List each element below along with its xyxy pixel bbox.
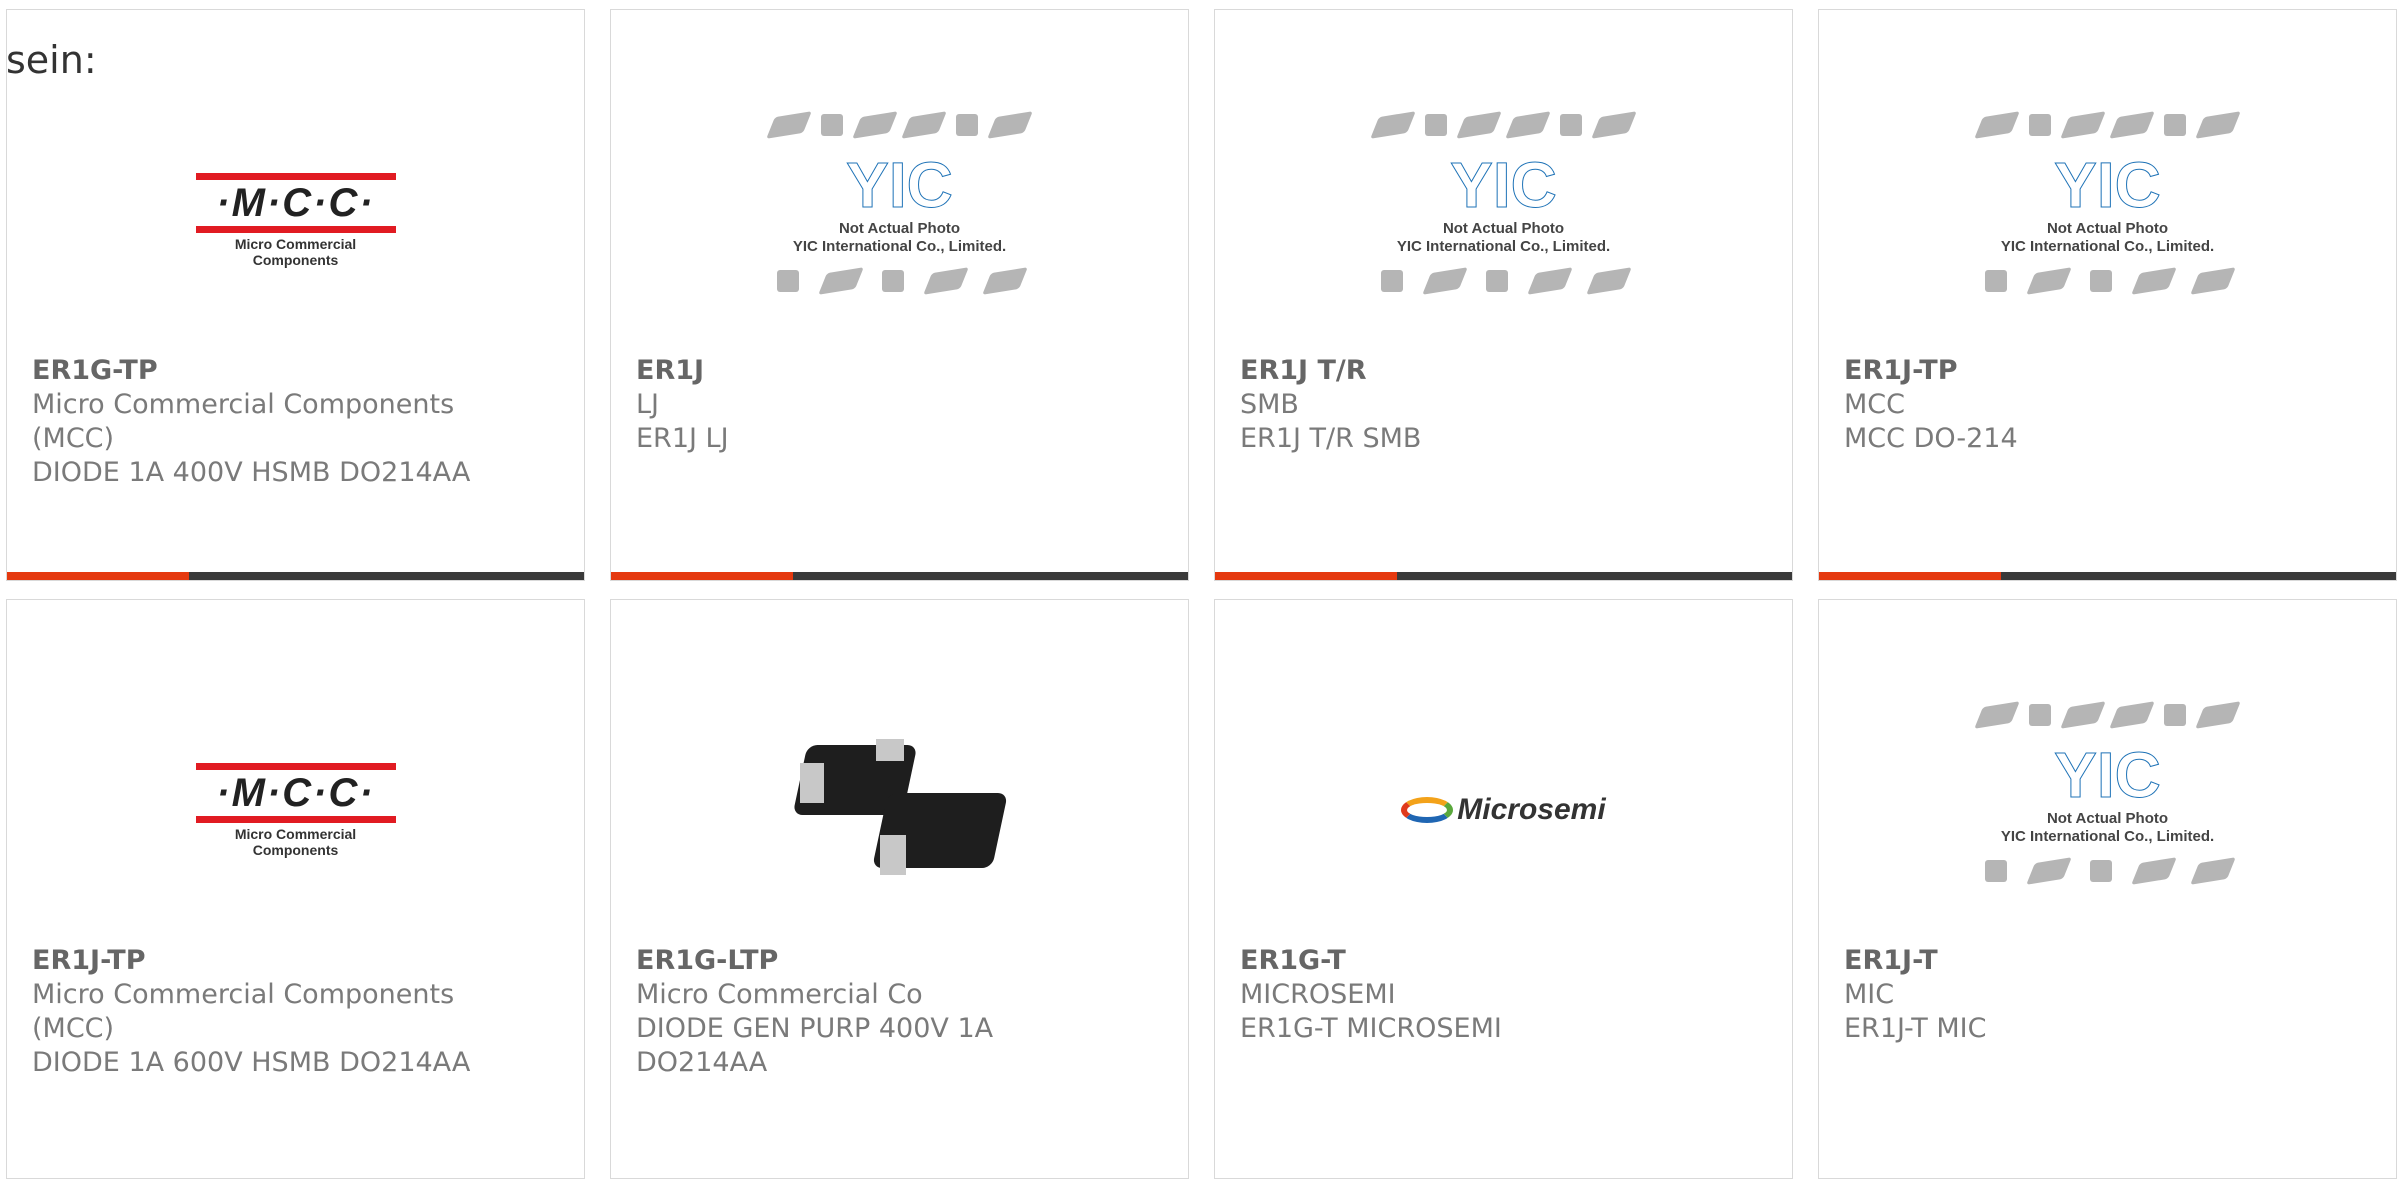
yic-placeholder-image: YIC Not Actual Photo YIC International C… <box>765 100 1035 340</box>
part-number[interactable]: ER1G-LTP <box>636 944 1168 978</box>
product-image: ·M·C·C· Micro Commercial Components <box>7 90 584 350</box>
description: ER1J T/R SMB <box>1240 423 1422 454</box>
part-number[interactable]: ER1G-TP <box>32 354 564 388</box>
lead-text: sein: <box>6 38 97 82</box>
product-card[interactable]: ·M·C·C· Micro Commercial Components ER1G… <box>6 9 585 581</box>
product-image: YIC Not Actual Photo YIC International C… <box>611 90 1188 350</box>
description: DIODE 1A 600V HSMB DO214AA <box>32 1047 471 1078</box>
product-image: ·M·C·C· Micro Commercial Components <box>7 680 584 940</box>
part-number[interactable]: ER1G-T <box>1240 944 1772 978</box>
package: DO214AA <box>636 1047 768 1078</box>
part-number[interactable]: ER1J T/R <box>1240 354 1772 388</box>
product-card[interactable]: YIC Not Actual Photo YIC International C… <box>1214 9 1793 581</box>
product-image: YIC Not Actual Photo YIC International C… <box>1215 90 1792 350</box>
card-bar <box>1819 572 2396 580</box>
product-image: YIC Not Actual Photo YIC International C… <box>1819 90 2396 350</box>
part-number[interactable]: ER1J-T <box>1844 944 2376 978</box>
product-card[interactable]: YIC Not Actual Photo YIC International C… <box>1818 599 2397 1179</box>
package: SMB <box>1240 389 1299 420</box>
product-image <box>611 680 1188 940</box>
product-card[interactable]: Microsemi ER1G-T MICROSEMI ER1G-T MICROS… <box>1214 599 1793 1179</box>
part-number[interactable]: ER1J-TP <box>32 944 564 978</box>
manufacturer: Micro Commercial Components <box>32 979 455 1010</box>
yic-placeholder-image: YIC Not Actual Photo YIC International C… <box>1973 100 2243 340</box>
manufacturer-abbrev: (MCC) <box>32 423 115 454</box>
card-bar <box>611 572 1188 580</box>
card-bar <box>7 572 584 580</box>
product-image: YIC Not Actual Photo YIC International C… <box>1819 680 2396 940</box>
description: DIODE GEN PURP 400V 1A <box>636 1013 994 1044</box>
description: ER1G-T MICROSEMI <box>1240 1013 1502 1044</box>
mcc-logo: ·M·C·C· Micro Commercial Components <box>195 762 396 858</box>
manufacturer: MIC <box>1844 979 1895 1010</box>
manufacturer: Micro Commercial Co <box>636 979 923 1010</box>
manufacturer-abbrev: (MCC) <box>32 1013 115 1044</box>
card-bar <box>1215 572 1792 580</box>
yic-placeholder-image: YIC Not Actual Photo YIC International C… <box>1369 100 1639 340</box>
description: MCC DO-214 <box>1844 423 2018 454</box>
part-number[interactable]: ER1J-TP <box>1844 354 2376 388</box>
description: ER1J-T MIC <box>1844 1013 1987 1044</box>
product-card[interactable]: ER1G-LTP Micro Commercial Co DIODE GEN P… <box>610 599 1189 1179</box>
product-card[interactable]: ·M·C·C· Micro Commercial Components ER1J… <box>6 599 585 1179</box>
description: ER1J LJ <box>636 423 729 454</box>
yic-placeholder-image: YIC Not Actual Photo YIC International C… <box>1973 690 2243 930</box>
description: DIODE 1A 400V HSMB DO214AA <box>32 457 471 488</box>
mcc-logo: ·M·C·C· Micro Commercial Components <box>195 172 396 268</box>
product-card[interactable]: YIC Not Actual Photo YIC International C… <box>1818 9 2397 581</box>
manufacturer: LJ <box>636 389 660 420</box>
product-image: Microsemi <box>1215 680 1792 940</box>
manufacturer: MICROSEMI <box>1240 979 1396 1010</box>
product-card[interactable]: YIC Not Actual Photo YIC International C… <box>610 9 1189 581</box>
part-number[interactable]: ER1J <box>636 354 1168 388</box>
diode-photo <box>790 735 1010 885</box>
microsemi-logo: Microsemi <box>1401 793 1606 827</box>
manufacturer: MCC <box>1844 389 1906 420</box>
microsemi-swirl-icon <box>1401 797 1454 823</box>
manufacturer: Micro Commercial Components <box>32 389 455 420</box>
